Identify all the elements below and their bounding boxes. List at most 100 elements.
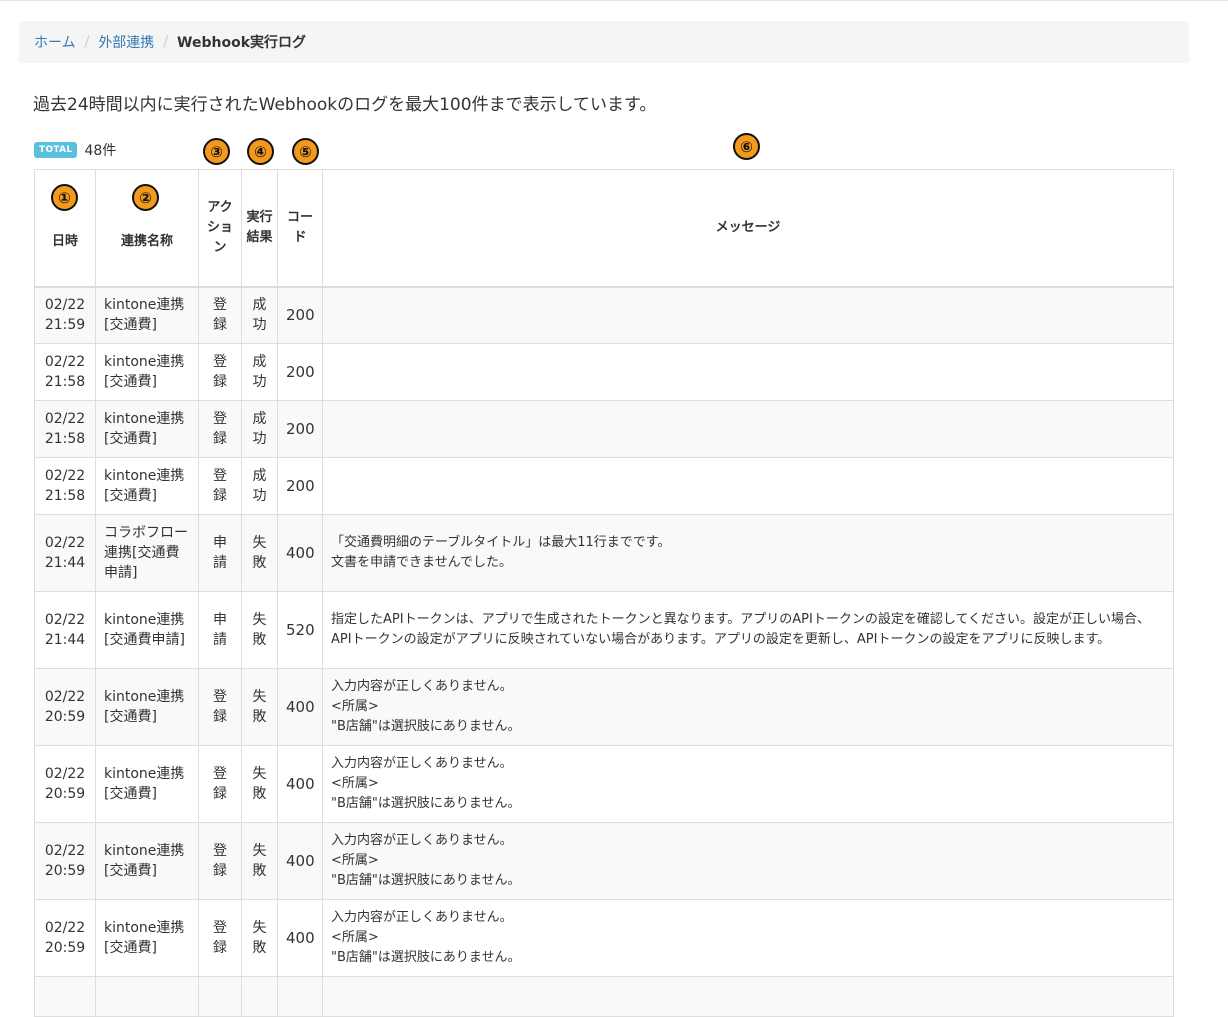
cell-integration-name: kintone連携[交通費]	[95, 822, 199, 900]
annotation-marker-6: ⑥	[733, 133, 760, 160]
table-row: 02/22 20:59 kintone連携[交通費] 登録 失敗 400 入力内容が正しくあ…	[34, 822, 1174, 900]
cell-result	[241, 976, 278, 1017]
cell-time: 21:44	[44, 632, 86, 648]
cell-status-code: 400	[277, 899, 323, 977]
cell-result: 失敗	[241, 514, 278, 592]
cell-result: 失敗	[241, 668, 278, 746]
cell-message	[322, 286, 1174, 344]
table-row: 02/22 20:59 kintone連携[交通費] 登録 失敗 400 入力内容が正しくあ…	[34, 899, 1174, 977]
table-row: 02/22 21:58 kintone連携[交通費] 登録 成功 200	[34, 457, 1174, 515]
breadcrumb-integration-link[interactable]: 外部連携	[98, 32, 154, 52]
breadcrumb-home-link[interactable]: ホーム	[34, 32, 76, 52]
page-description: 過去24時間以内に実行されたWebhookのログを最大100件まで表示しています…	[33, 95, 657, 115]
cell-message	[322, 343, 1174, 401]
cell-time: 20:59	[44, 709, 86, 725]
cell-message	[322, 400, 1174, 458]
cell-datetime	[34, 976, 96, 1017]
table-row: 02/22 21:58 kintone連携[交通費] 登録 成功 200	[34, 400, 1174, 458]
table-row: 02/22 21:44 コラボフロー連携[交通費申請] 申請 失敗 400 「交通費明細のテ…	[34, 514, 1174, 592]
cell-datetime: 02/22 20:59	[34, 899, 96, 977]
cell-time: 20:59	[44, 863, 86, 879]
cell-integration-name	[95, 976, 199, 1017]
cell-date: 02/22	[44, 920, 86, 936]
cell-message: 入力内容が正しくありません。 <所属> "B店舗"は選択肢にありません。	[322, 899, 1174, 977]
cell-integration-name: kintone連携[交通費申請]	[95, 591, 199, 669]
cell-status-code: 520	[277, 591, 323, 669]
table-body: 02/22 21:59 kintone連携[交通費] 登録 成功 200 02/22 21:5…	[34, 286, 1174, 1017]
cell-datetime: 02/22 21:58	[34, 343, 96, 401]
cell-status-code: 400	[277, 745, 323, 823]
cell-status-code: 200	[277, 400, 323, 458]
cell-datetime: 02/22 20:59	[34, 745, 96, 823]
cell-integration-name: kintone連携[交通費]	[95, 457, 199, 515]
cell-result: 成功	[241, 457, 278, 515]
breadcrumb-current: Webhook実行ログ	[177, 35, 307, 51]
cell-result: 失敗	[241, 745, 278, 823]
cell-date: 02/22	[44, 612, 86, 628]
cell-datetime: 02/22 20:59	[34, 822, 96, 900]
cell-status-code: 400	[277, 514, 323, 592]
cell-status-code: 200	[277, 343, 323, 401]
annotation-marker-3: ③	[203, 138, 230, 165]
cell-result: 失敗	[241, 899, 278, 977]
breadcrumb: ホーム / 外部連携 / Webhook実行ログ	[19, 21, 1189, 63]
column-header-message[interactable]: メッセージ	[322, 169, 1174, 288]
top-divider	[0, 0, 1228, 1]
column-header-code[interactable]: コード	[277, 169, 323, 288]
column-header-action[interactable]: アクション	[198, 169, 242, 288]
cell-integration-name: kintone連携[交通費]	[95, 668, 199, 746]
cell-message: 指定したAPIトークンは、アプリで生成されたトークンと異なります。アプリのAPI…	[322, 591, 1174, 669]
cell-action: 登録	[198, 343, 242, 401]
cell-date: 02/22	[44, 297, 86, 314]
cell-result: 成功	[241, 343, 278, 401]
cell-message	[322, 976, 1174, 1017]
cell-date: 02/22	[44, 535, 86, 551]
cell-action: 登録	[198, 899, 242, 977]
cell-datetime: 02/22 20:59	[34, 668, 96, 746]
cell-action: 登録	[198, 457, 242, 515]
cell-time: 21:59	[44, 317, 86, 334]
cell-action: 登録	[198, 822, 242, 900]
cell-status-code: 400	[277, 668, 323, 746]
cell-date: 02/22	[44, 766, 86, 782]
breadcrumb-separator: /	[163, 34, 169, 50]
cell-date: 02/22	[44, 468, 86, 484]
cell-action: 申請	[198, 514, 242, 592]
cell-message: 入力内容が正しくありません。 <所属> "B店舗"は選択肢にありません。	[322, 668, 1174, 746]
cell-action: 登録	[198, 745, 242, 823]
webhook-log-table: 日時 連携名称 アクション 実行結果 コード メッセージ 02/22 21:59 k…	[34, 169, 1174, 1017]
cell-datetime: 02/22 21:44	[34, 514, 96, 592]
cell-datetime: 02/22 21:44	[34, 591, 96, 669]
total-badge: TOTAL	[34, 142, 78, 158]
breadcrumb-separator: /	[84, 34, 90, 50]
column-header-result[interactable]: 実行結果	[241, 169, 278, 288]
cell-message: 「交通費明細のテーブルタイトル」は最大11行までです。 文書を申請できませんでし…	[322, 514, 1174, 592]
cell-status-code: 200	[277, 286, 323, 344]
cell-date: 02/22	[44, 689, 86, 705]
cell-action: 登録	[198, 286, 242, 344]
table-header-row: 日時 連携名称 アクション 実行結果 コード メッセージ	[34, 169, 1174, 288]
cell-integration-name: コラボフロー連携[交通費申請]	[95, 514, 199, 592]
cell-date: 02/22	[44, 843, 86, 859]
cell-action: 登録	[198, 668, 242, 746]
cell-action: 登録	[198, 400, 242, 458]
total-count: 48件	[84, 143, 117, 159]
annotation-marker-1: ①	[51, 184, 78, 211]
annotation-marker-2: ②	[132, 184, 159, 211]
cell-action: 申請	[198, 591, 242, 669]
cell-time: 21:58	[44, 488, 86, 504]
cell-status-code	[277, 976, 323, 1017]
cell-result: 失敗	[241, 591, 278, 669]
cell-integration-name: kintone連携[交通費]	[95, 745, 199, 823]
cell-time: 21:58	[44, 374, 86, 390]
cell-time: 21:58	[44, 431, 86, 447]
cell-datetime: 02/22 21:58	[34, 400, 96, 458]
cell-time: 20:59	[44, 786, 86, 802]
cell-message: 入力内容が正しくありません。 <所属> "B店舗"は選択肢にありません。	[322, 822, 1174, 900]
annotation-marker-5: ⑤	[292, 138, 319, 165]
cell-time: 20:59	[44, 940, 86, 956]
cell-integration-name: kintone連携[交通費]	[95, 400, 199, 458]
cell-status-code: 400	[277, 822, 323, 900]
cell-date: 02/22	[44, 411, 86, 427]
table-row: 02/22 21:44 kintone連携[交通費申請] 申請 失敗 520 指定したAPI…	[34, 591, 1174, 669]
